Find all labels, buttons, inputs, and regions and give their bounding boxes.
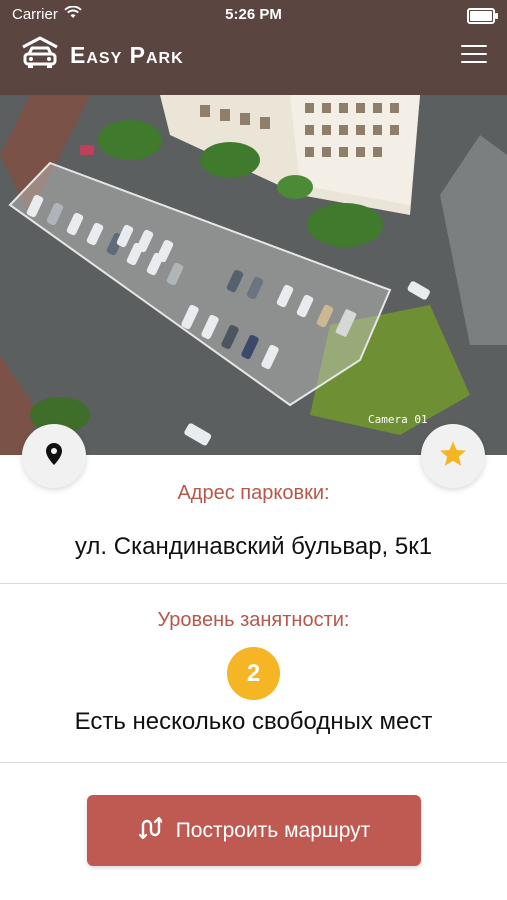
build-route-label: Построить маршрут <box>175 818 371 842</box>
divider <box>0 583 507 584</box>
divider <box>0 762 507 763</box>
battery-icon <box>467 8 498 24</box>
location-pin-icon <box>45 442 63 471</box>
clock: 5:26 PM <box>225 6 282 23</box>
address-label: Адрес парковки: <box>177 482 330 504</box>
camera-image: Camera 01 <box>0 95 507 455</box>
camera-view: Camera 01 <box>0 95 507 455</box>
location-button[interactable] <box>22 424 86 488</box>
camera-label: Camera 01 <box>368 413 428 426</box>
app-title: Easy Park <box>70 42 184 68</box>
build-route-button[interactable]: Построить маршрут <box>87 795 421 866</box>
app-header: Easy Park <box>0 30 507 95</box>
top-bar: Carrier 5:26 PM Easy Park <box>0 0 507 95</box>
occupancy-status: Есть несколько свободных мест <box>74 708 433 735</box>
star-icon <box>439 440 467 472</box>
occupancy-level-badge: 2 <box>227 647 280 700</box>
app-logo: Easy Park <box>20 35 184 76</box>
occupancy-label: Уровень занятности: <box>157 609 350 631</box>
favorite-button[interactable] <box>421 424 485 488</box>
parking-address: ул. Скандинавский бульвар, 5к1 <box>74 533 433 560</box>
menu-icon[interactable] <box>461 45 487 63</box>
route-icon <box>138 816 163 845</box>
status-bar: Carrier 5:26 PM <box>0 0 507 30</box>
car-logo-icon <box>20 35 60 76</box>
